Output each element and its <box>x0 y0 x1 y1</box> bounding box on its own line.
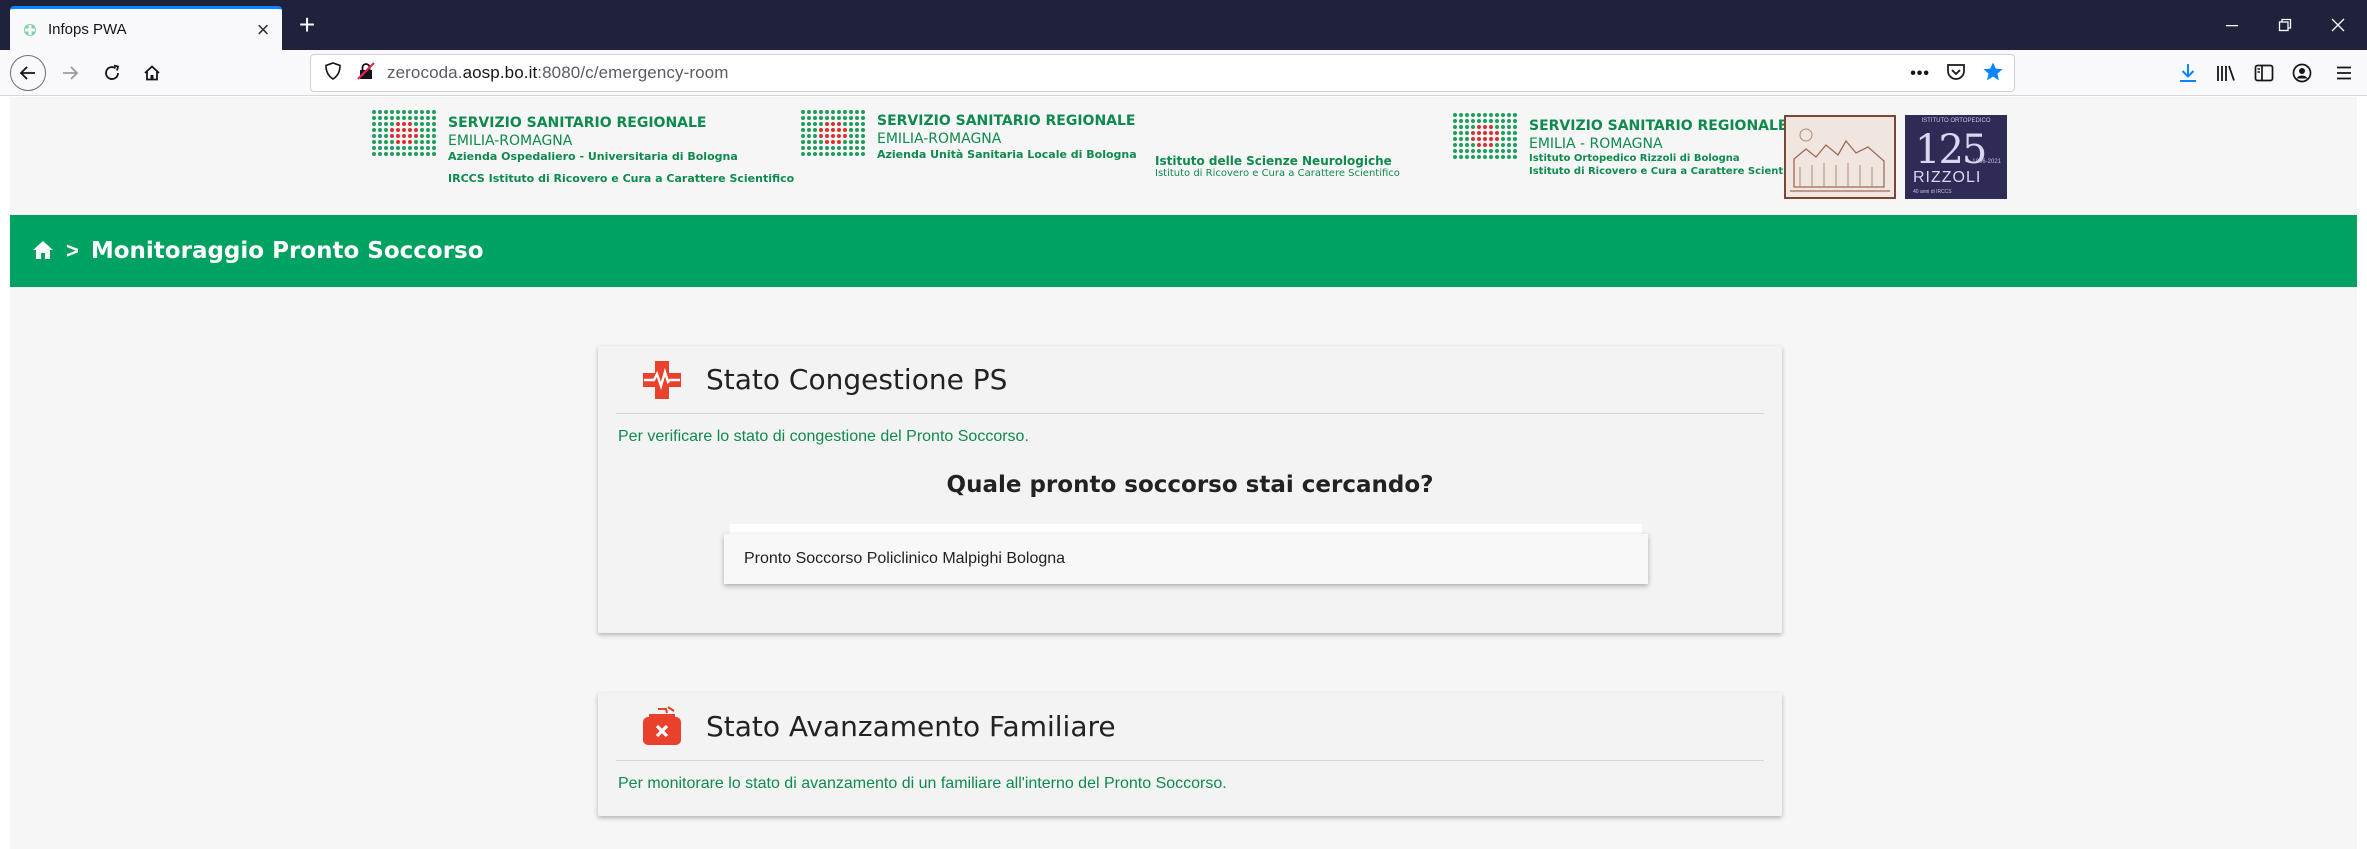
regional-dots-icon <box>1453 113 1517 159</box>
back-button[interactable] <box>10 55 46 91</box>
rizzoli-building-image <box>1784 115 1896 199</box>
rizzoli-name: RIZZOLI <box>1913 169 1982 186</box>
regional-dots-icon <box>801 110 865 156</box>
rizzoli-125-logo: ISTITUTO ORTOPEDICO 125 RIZZOLI 1896-202… <box>1905 115 2007 199</box>
logos-header: SERVIZIO SANITARIO REGIONALE EMILIA-ROMA… <box>10 97 2357 215</box>
account-icon[interactable] <box>2283 55 2321 91</box>
forward-button[interactable] <box>52 55 88 91</box>
logo1-line1: SERVIZIO SANITARIO REGIONALE <box>448 115 707 131</box>
card-congestion-description: Per verificare lo stato di congestione d… <box>618 428 1029 445</box>
medical-cross-icon <box>640 358 684 402</box>
logo2-side1: Istituto delle Scienze Neurologiche <box>1155 154 1392 168</box>
tab-favicon-icon <box>22 22 38 38</box>
logo2-side2: Istituto di Ricovero e Cura a Carattere … <box>1155 168 1400 179</box>
logo1-line4: IRCCS Istituto di Ricovero e Cura a Cara… <box>448 171 795 185</box>
card-family-description: Per monitorare lo stato di avanzamento d… <box>618 775 1227 792</box>
rizzoli-top-text: ISTITUTO ORTOPEDICO <box>1921 118 1991 124</box>
tab-close-icon[interactable]: × <box>248 15 278 45</box>
minimize-icon[interactable] <box>2212 8 2252 42</box>
browser-tab[interactable]: Infops PWA × <box>10 6 282 50</box>
url-prefix: zerocoda. <box>387 63 463 82</box>
insecure-lock-icon[interactable] <box>357 61 375 85</box>
breadcrumb-bar: > Monitoraggio Pronto Soccorso <box>10 215 2357 287</box>
breadcrumb-separator: > <box>66 238 79 263</box>
logo2-line3: Azienda Unità Sanitaria Locale di Bologn… <box>877 148 1137 161</box>
library-icon[interactable] <box>2207 55 2245 91</box>
logo-rizzoli-ssr: SERVIZIO SANITARIO REGIONALE EMILIA - RO… <box>1453 113 1807 178</box>
bookmark-star-icon[interactable] <box>1982 61 2004 88</box>
url-host: aosp.bo.it <box>462 63 538 82</box>
card-family-title: Stato Avanzamento Familiare <box>706 710 1116 743</box>
logo3-line2: EMILIA - ROMAGNA <box>1529 135 1663 152</box>
menu-icon[interactable] <box>2321 55 2367 91</box>
restore-icon[interactable] <box>2265 8 2305 42</box>
home-icon[interactable] <box>32 240 54 262</box>
page-actions-button[interactable]: ••• <box>1910 65 1930 83</box>
card-family: Stato Avanzamento Familiare Per monitora… <box>598 693 1782 816</box>
rizzoli-sub: 40 anni di IRCCS <box>1913 189 1952 195</box>
card-congestion-title: Stato Congestione PS <box>706 363 1008 396</box>
url-actions: ••• <box>1910 59 2004 89</box>
logo1-line2: EMILIA-ROMAGNA <box>448 132 573 149</box>
rizzoli-years: 1896-2021 <box>1972 159 2001 165</box>
url-rest: :8080/c/emergency-room <box>537 63 729 82</box>
er-search-input[interactable] <box>730 524 1642 534</box>
download-icon[interactable] <box>2169 55 2207 91</box>
logo2-line2: EMILIA-ROMAGNA <box>877 130 1002 147</box>
home-button[interactable] <box>134 55 170 91</box>
card-congestion-header: Stato Congestione PS <box>616 346 1764 414</box>
tab-strip: Infops PWA × + <box>0 0 2367 50</box>
new-tab-button[interactable]: + <box>290 8 324 42</box>
logo-aosp-bologna: SERVIZIO SANITARIO REGIONALE EMILIA-ROMA… <box>372 110 794 186</box>
logo2-line1: SERVIZIO SANITARIO REGIONALE <box>877 113 1136 129</box>
url-text: zerocoda.aosp.bo.it:8080/c/emergency-roo… <box>387 63 728 83</box>
logo3-line1: SERVIZIO SANITARIO REGIONALE <box>1529 118 1788 134</box>
rizzoli-number: 125 <box>1915 127 1987 173</box>
logo3-line3: Istituto Ortopedico Rizzoli di Bologna <box>1529 153 1740 164</box>
pocket-icon[interactable] <box>1946 62 1966 87</box>
er-option-malpighi[interactable]: Pronto Soccorso Policlinico Malpighi Bol… <box>724 534 1648 584</box>
reload-button[interactable] <box>94 55 130 91</box>
toolbar-right <box>2169 55 2367 91</box>
first-aid-kit-icon <box>640 705 684 749</box>
page-title: Monitoraggio Pronto Soccorso <box>90 238 484 264</box>
nav-toolbar: zerocoda.aosp.bo.it:8080/c/emergency-roo… <box>0 50 2367 96</box>
tab-title: Infops PWA <box>48 21 127 38</box>
logo-ausl-bologna: SERVIZIO SANITARIO REGIONALE EMILIA-ROMA… <box>801 110 1137 162</box>
url-bar[interactable]: zerocoda.aosp.bo.it:8080/c/emergency-roo… <box>310 54 2015 92</box>
card-congestion: Stato Congestione PS Per verificare lo s… <box>598 346 1782 633</box>
er-search-question: Quale pronto soccorso stai cercando? <box>946 472 1434 498</box>
sidebar-icon[interactable] <box>2245 55 2283 91</box>
page-content: SERVIZIO SANITARIO REGIONALE EMILIA-ROMA… <box>10 97 2357 849</box>
logo-neuro: Istituto delle Scienze Neurologiche Isti… <box>1155 154 1400 179</box>
card-family-header: Stato Avanzamento Familiare <box>616 693 1764 761</box>
logo1-line3: Azienda Ospedaliero - Universitaria di B… <box>448 150 738 163</box>
shield-icon[interactable] <box>325 61 341 85</box>
regional-dots-icon <box>372 110 436 156</box>
close-window-icon[interactable] <box>2318 8 2358 42</box>
logo3-line4: Istituto di Ricovero e Cura a Carattere … <box>1529 165 1807 177</box>
